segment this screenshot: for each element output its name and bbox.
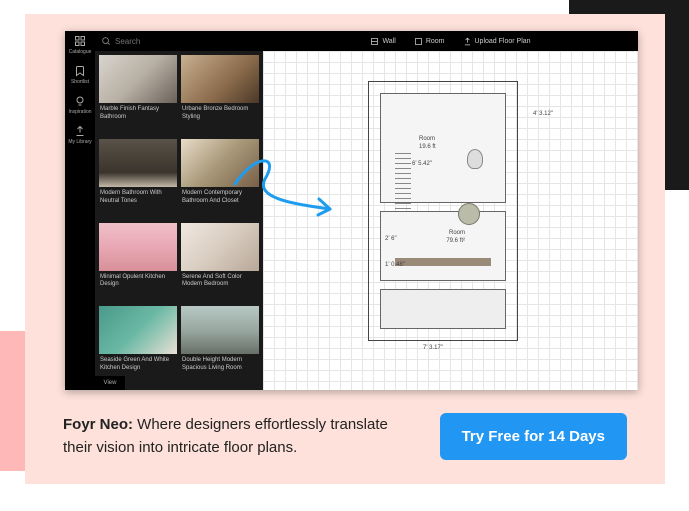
catalog-label: Serene And Soft Color Modern Bedroom (181, 271, 259, 293)
floorplan-room[interactable] (380, 289, 506, 329)
toolbar-label: Wall (382, 38, 395, 45)
catalog-item[interactable]: Marble Finish Fantasy Bathroom (99, 55, 177, 135)
left-sidebar: Catalogue Shortlist Inspiration My Libra… (65, 31, 95, 390)
toolbar-label: Room (426, 38, 445, 45)
toolbar-label: Upload Floor Plan (475, 38, 531, 45)
lightbulb-icon (74, 95, 86, 107)
canvas-area[interactable]: Room 19.6 ft Room 79.6 ft² 2' 6" 1' 0.48… (263, 51, 638, 390)
dimension-label: 2' 6" (385, 236, 397, 242)
promo-text: Foyr Neo: Where designers effortlessly t… (63, 414, 420, 459)
dimension-label: 1' 0.48" (385, 262, 405, 268)
dimension-label: 6' 5.42" (412, 161, 432, 167)
room-area: 79.6 ft² (446, 238, 465, 244)
sidebar-label: My Library (68, 139, 91, 145)
toolbar-room[interactable]: Room (414, 37, 445, 46)
catalog-item[interactable]: Urbane Bronze Bedroom Styling (181, 55, 259, 135)
catalog-item[interactable]: Seaside Green And White Kitchen Design (99, 306, 177, 386)
catalog-thumbnail (181, 55, 259, 103)
room-icon (414, 37, 423, 46)
sidebar-label: Catalogue (69, 49, 92, 55)
catalog-thumbnail (181, 306, 259, 354)
search-input[interactable] (115, 37, 257, 46)
catalog-thumbnail (99, 306, 177, 354)
catalog-label: Seaside Green And White Kitchen Design (99, 354, 177, 376)
catalog-item[interactable]: Modern Contemporary Bathroom And Closet (181, 139, 259, 219)
catalog-item[interactable]: Serene And Soft Color Modern Bedroom (181, 223, 259, 303)
floorplan-sink (458, 203, 480, 225)
upload-icon (463, 37, 472, 46)
sidebar-item-shortlist[interactable]: Shortlist (71, 65, 89, 85)
upload-icon (74, 125, 86, 137)
catalog-thumbnail (99, 139, 177, 187)
room-label: Room (449, 230, 465, 236)
dimension-label: 7' 3.17" (423, 345, 443, 351)
catalog-grid: Marble Finish Fantasy Bathroom Urbane Br… (95, 51, 263, 390)
sidebar-item-catalogue[interactable]: Catalogue (69, 35, 92, 55)
catalog-label: Modern Contemporary Bathroom And Closet (181, 187, 259, 209)
catalog-label: Minimal Opulent Kitchen Design (99, 271, 177, 293)
sidebar-label: Inspiration (68, 109, 91, 115)
floorplan-toilet (467, 149, 483, 169)
top-toolbar: Wall Room Upload Floor Plan (263, 31, 638, 51)
catalog-thumbnail (99, 55, 177, 103)
sidebar-item-mylibrary[interactable]: My Library (68, 125, 91, 145)
catalog-item[interactable]: Double Height Modern Spacious Living Roo… (181, 306, 259, 386)
sidebar-label: Shortlist (71, 79, 89, 85)
catalog-label: Marble Finish Fantasy Bathroom (99, 103, 177, 125)
catalog-panel: Marble Finish Fantasy Bathroom Urbane Br… (95, 31, 263, 390)
promo-section: Foyr Neo: Where designers effortlessly t… (63, 413, 627, 460)
catalog-thumbnail (181, 139, 259, 187)
catalog-item[interactable]: Modern Bathroom With Neutral Tones (99, 139, 177, 219)
catalog-thumbnail (99, 223, 177, 271)
catalog-label: Urbane Bronze Bedroom Styling (181, 103, 259, 125)
catalog-label: Modern Bathroom With Neutral Tones (99, 187, 177, 209)
dimension-label: 4' 3.12" (533, 111, 553, 117)
search-bar (95, 31, 263, 51)
floorplan-room[interactable]: Room 79.6 ft² 2' 6" 1' 0.48" (380, 211, 506, 281)
view-button[interactable]: View (95, 376, 125, 390)
promo-brand: Foyr Neo: (63, 416, 133, 433)
main-container: Catalogue Shortlist Inspiration My Libra… (25, 14, 665, 484)
wall-icon (370, 37, 379, 46)
catalog-label: Double Height Modern Spacious Living Roo… (181, 354, 259, 376)
floorplan-counter (395, 258, 491, 266)
app-window: Catalogue Shortlist Inspiration My Libra… (65, 31, 638, 390)
room-dimension: 19.6 ft (419, 144, 436, 150)
floorplan-stairs (395, 149, 411, 209)
catalog-thumbnail (181, 223, 259, 271)
floorplan[interactable]: Room 19.6 ft Room 79.6 ft² 2' 6" 1' 0.48… (368, 81, 518, 341)
cta-button[interactable]: Try Free for 14 Days (440, 413, 627, 460)
bookmark-icon (74, 65, 86, 77)
search-icon (101, 36, 111, 46)
sidebar-item-inspiration[interactable]: Inspiration (68, 95, 91, 115)
catalog-item[interactable]: Minimal Opulent Kitchen Design (99, 223, 177, 303)
toolbar-wall[interactable]: Wall (370, 37, 395, 46)
toolbar-upload[interactable]: Upload Floor Plan (463, 37, 531, 46)
grid-icon (74, 35, 86, 47)
room-label: Room (419, 136, 435, 142)
floorplan-room[interactable]: Room 19.6 ft (380, 93, 506, 203)
